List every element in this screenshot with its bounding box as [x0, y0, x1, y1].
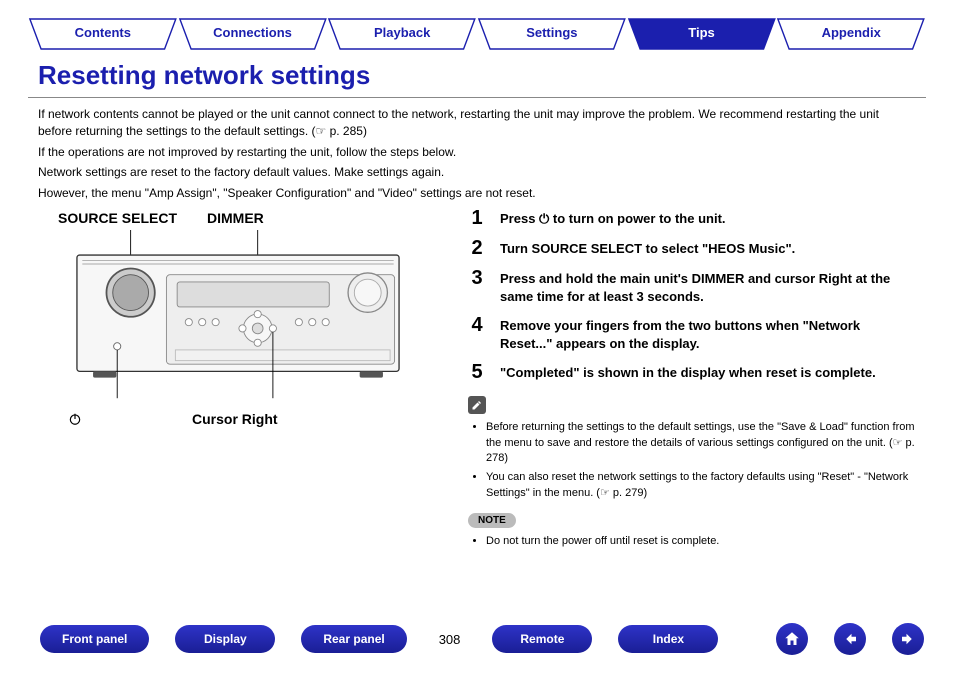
- step-item: 4 Remove your fingers from the two butto…: [468, 315, 916, 352]
- step-number: 1: [468, 208, 486, 228]
- tab-label: Connections: [213, 25, 292, 40]
- footer-button-remote[interactable]: Remote: [492, 625, 592, 653]
- steps-column: 1 Press ⏻ to turn on power to the unit. …: [458, 208, 936, 554]
- tab-connections[interactable]: Connections: [178, 18, 328, 50]
- step-text: Remove your fingers from the two buttons…: [500, 315, 916, 352]
- step-item: 5 "Completed" is shown in the display wh…: [468, 362, 916, 382]
- step-text: Press ⏻ to turn on power to the unit.: [500, 208, 726, 228]
- next-page-button[interactable]: [892, 623, 924, 655]
- footer-button-front-panel[interactable]: Front panel: [40, 625, 149, 653]
- tab-contents[interactable]: Contents: [28, 18, 178, 50]
- step-item: 3 Press and hold the main unit's DIMMER …: [468, 268, 916, 305]
- diagram-top-labels: SOURCE SELECT DIMMER: [58, 210, 448, 226]
- tab-label: Playback: [374, 25, 430, 40]
- manual-page: Contents Connections Playback Settings T…: [0, 0, 954, 673]
- note-badge: NOTE: [468, 513, 516, 528]
- step-text: Press and hold the main unit's DIMMER an…: [500, 268, 916, 305]
- tab-label: Appendix: [822, 25, 881, 40]
- footer-button-rear-panel[interactable]: Rear panel: [301, 625, 406, 653]
- intro-text: If network contents cannot be played or …: [38, 106, 916, 202]
- tab-playback[interactable]: Playback: [327, 18, 477, 50]
- diagram-bottom-labels: Cursor Right: [68, 411, 448, 427]
- pencil-icon: [468, 396, 486, 414]
- step-item: 1 Press ⏻ to turn on power to the unit.: [468, 208, 916, 228]
- diagram-column: SOURCE SELECT DIMMER: [18, 208, 458, 554]
- tip-item: Before returning the settings to the def…: [486, 420, 916, 466]
- tab-label: Settings: [526, 25, 577, 40]
- page-number: 308: [433, 632, 467, 647]
- content-columns: SOURCE SELECT DIMMER: [18, 208, 936, 554]
- label-cursor-right: Cursor Right: [192, 411, 278, 427]
- note-item: Do not turn the power off until reset is…: [486, 534, 916, 549]
- top-nav-tabs: Contents Connections Playback Settings T…: [28, 18, 926, 50]
- label-source-select: SOURCE SELECT: [58, 210, 177, 226]
- intro-line: If network contents cannot be played or …: [38, 106, 916, 141]
- footer-button-display[interactable]: Display: [175, 625, 275, 653]
- step-text: "Completed" is shown in the display when…: [500, 362, 876, 382]
- divider: [28, 97, 926, 98]
- tab-label: Tips: [688, 25, 715, 40]
- tip-list: Before returning the settings to the def…: [486, 420, 916, 501]
- home-icon: [783, 630, 801, 648]
- tab-settings[interactable]: Settings: [477, 18, 627, 50]
- power-icon: [68, 412, 82, 426]
- arrow-right-icon: [899, 630, 917, 648]
- tab-label: Contents: [75, 25, 131, 40]
- device-diagram: [48, 230, 428, 400]
- label-dimmer: DIMMER: [207, 210, 264, 226]
- note-list: Do not turn the power off until reset is…: [486, 534, 916, 549]
- step-item: 2 Turn SOURCE SELECT to select "HEOS Mus…: [468, 238, 916, 258]
- intro-line: Network settings are reset to the factor…: [38, 164, 916, 181]
- prev-page-button[interactable]: [834, 623, 866, 655]
- step-text: Turn SOURCE SELECT to select "HEOS Music…: [500, 238, 795, 258]
- intro-line: If the operations are not improved by re…: [38, 144, 916, 161]
- step-number: 2: [468, 238, 486, 258]
- step-number: 4: [468, 315, 486, 352]
- intro-line: However, the menu "Amp Assign", "Speaker…: [38, 185, 916, 202]
- step-number: 5: [468, 362, 486, 382]
- page-title: Resetting network settings: [38, 60, 936, 91]
- tab-tips[interactable]: Tips: [627, 18, 777, 50]
- tab-appendix[interactable]: Appendix: [776, 18, 926, 50]
- tip-item: You can also reset the network settings …: [486, 470, 916, 501]
- step-number: 3: [468, 268, 486, 305]
- step-list: 1 Press ⏻ to turn on power to the unit. …: [468, 208, 916, 382]
- arrow-left-icon: [841, 630, 859, 648]
- home-button[interactable]: [776, 623, 808, 655]
- footer-button-index[interactable]: Index: [618, 625, 718, 653]
- footer-bar: Front panel Display Rear panel 308 Remot…: [0, 623, 954, 655]
